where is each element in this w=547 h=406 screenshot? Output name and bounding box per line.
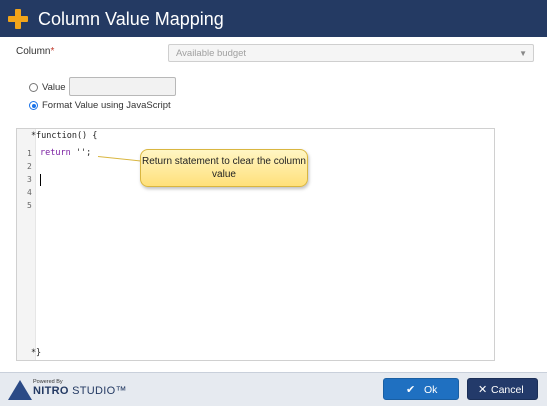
text-cursor <box>40 174 41 186</box>
ok-button[interactable]: ✔ Ok <box>383 378 459 400</box>
title-bar: Column Value Mapping <box>0 0 547 37</box>
close-icon: ✕ <box>478 384 488 396</box>
brand-logo-text: NITRO STUDIO™ <box>33 385 127 397</box>
function-footer: } <box>36 348 42 358</box>
cancel-button[interactable]: ✕ Cancel <box>467 378 538 400</box>
line-number: 2 <box>27 162 32 171</box>
ok-button-label: Ok <box>424 384 438 396</box>
nitro-logo-icon <box>8 380 32 400</box>
line-number: 3 <box>27 175 32 184</box>
chevron-down-icon: ▼ <box>519 49 527 58</box>
line-number: 4 <box>27 188 32 197</box>
function-header: function() { <box>36 131 98 141</box>
annotation-callout: Return statement to clear the column val… <box>140 149 308 187</box>
plus-icon <box>8 9 28 29</box>
check-icon: ✔ <box>406 384 416 396</box>
cancel-button-label: Cancel <box>491 384 524 396</box>
value-input[interactable] <box>69 77 176 96</box>
callout-text: Return statement to clear the column val… <box>142 156 306 180</box>
column-select-value: Available budget <box>176 48 247 59</box>
value-radio[interactable] <box>29 83 38 92</box>
required-marker: * <box>50 46 55 57</box>
code-line: return ''; <box>40 148 91 158</box>
line-number: 1 <box>27 149 32 158</box>
code-rest: ''; <box>70 148 92 158</box>
code-keyword: return <box>40 148 71 158</box>
line-number: 5 <box>27 201 32 210</box>
column-select[interactable]: Available budget ▼ <box>168 44 534 62</box>
format-js-radio[interactable] <box>29 101 38 110</box>
column-label: Column* <box>16 46 55 57</box>
dialog-title: Column Value Mapping <box>38 9 224 29</box>
value-radio-label: Value <box>42 82 66 93</box>
format-js-radio-label: Format Value using JavaScript <box>42 100 171 111</box>
